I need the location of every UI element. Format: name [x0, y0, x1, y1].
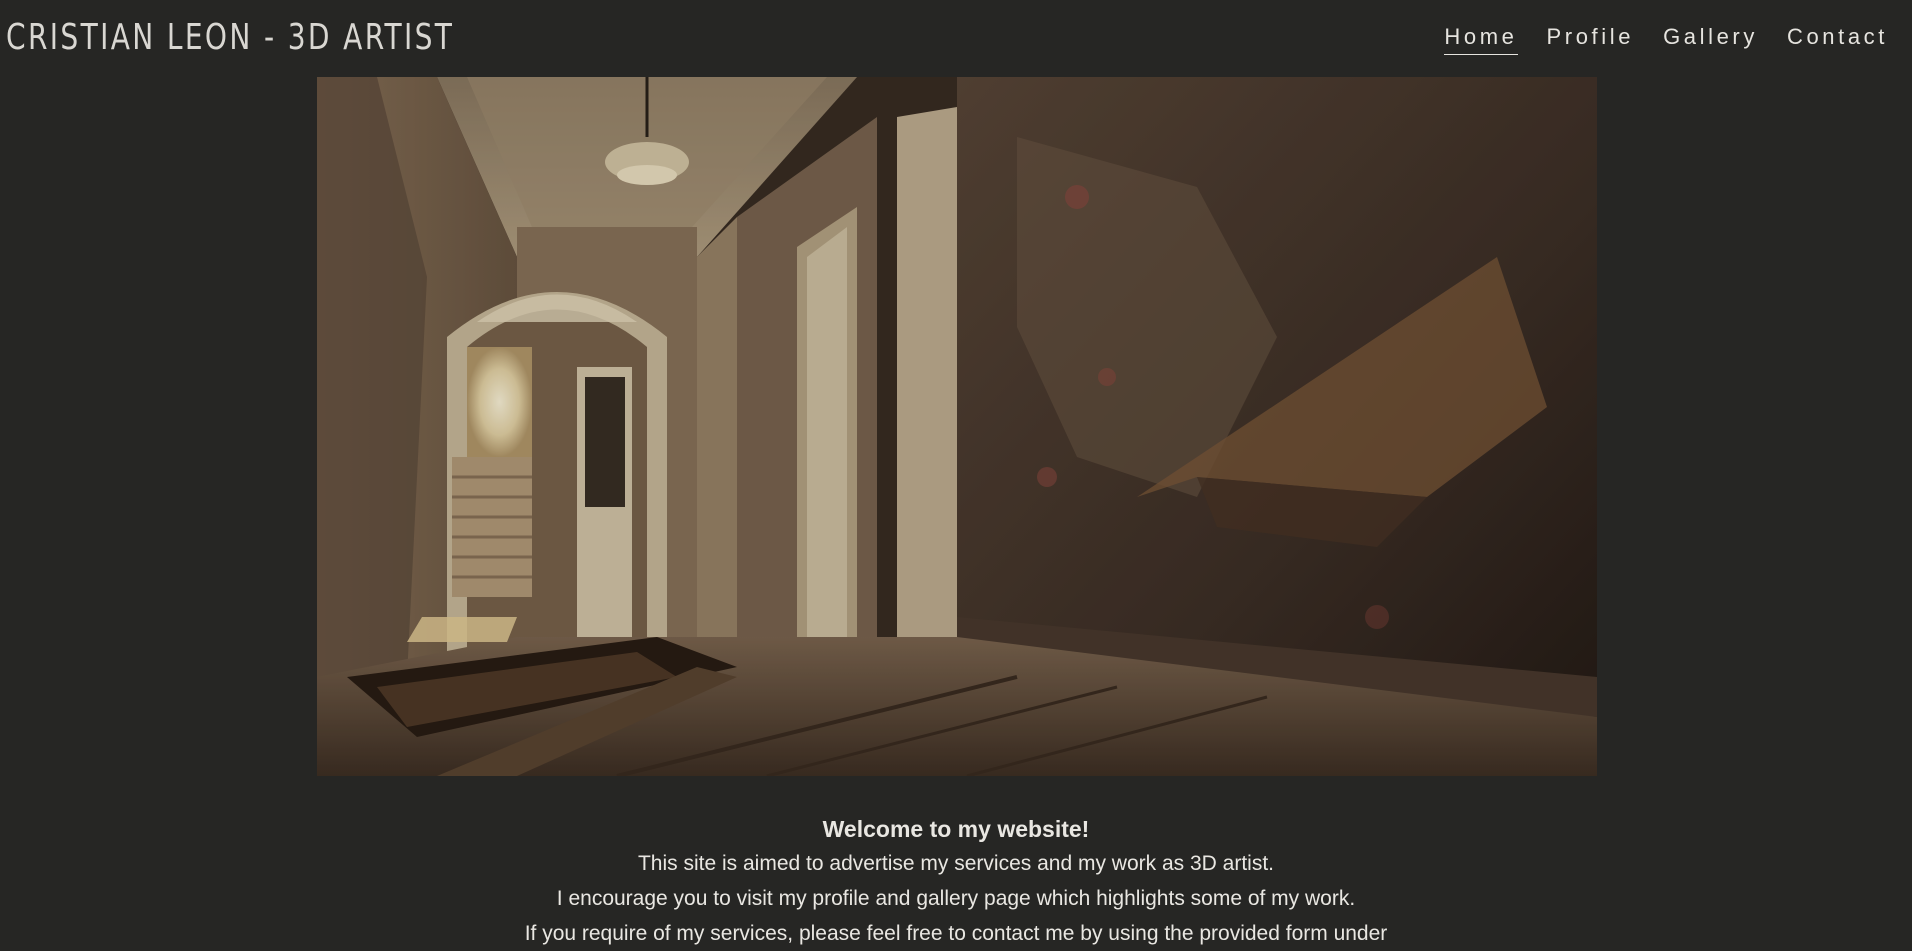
welcome-line: If you require of my services, please fe…	[524, 922, 1388, 945]
nav-contact-link[interactable]: Contact	[1787, 20, 1888, 55]
nav-profile-link[interactable]: Profile	[1547, 20, 1635, 55]
welcome-line: I encourage you to visit my profile and …	[556, 887, 1356, 910]
nav-gallery-link[interactable]: Gallery	[1663, 20, 1758, 55]
welcome-heading: Welcome to my website!	[822, 816, 1090, 842]
hallway-render-image	[317, 77, 1597, 776]
site-header: CRISTIAN LEON - 3D ARTIST Home Profile G…	[0, 0, 1912, 77]
welcome-line: This site is aimed to advertise my servi…	[637, 852, 1275, 875]
hero-image	[317, 77, 1597, 776]
site-title[interactable]: CRISTIAN LEON - 3D ARTIST	[6, 14, 454, 62]
nav-home-link[interactable]: Home	[1444, 20, 1518, 55]
welcome-section: Welcome to my website! This site is aime…	[0, 812, 1912, 951]
main-nav: Home Profile Gallery Contact	[1444, 20, 1888, 55]
